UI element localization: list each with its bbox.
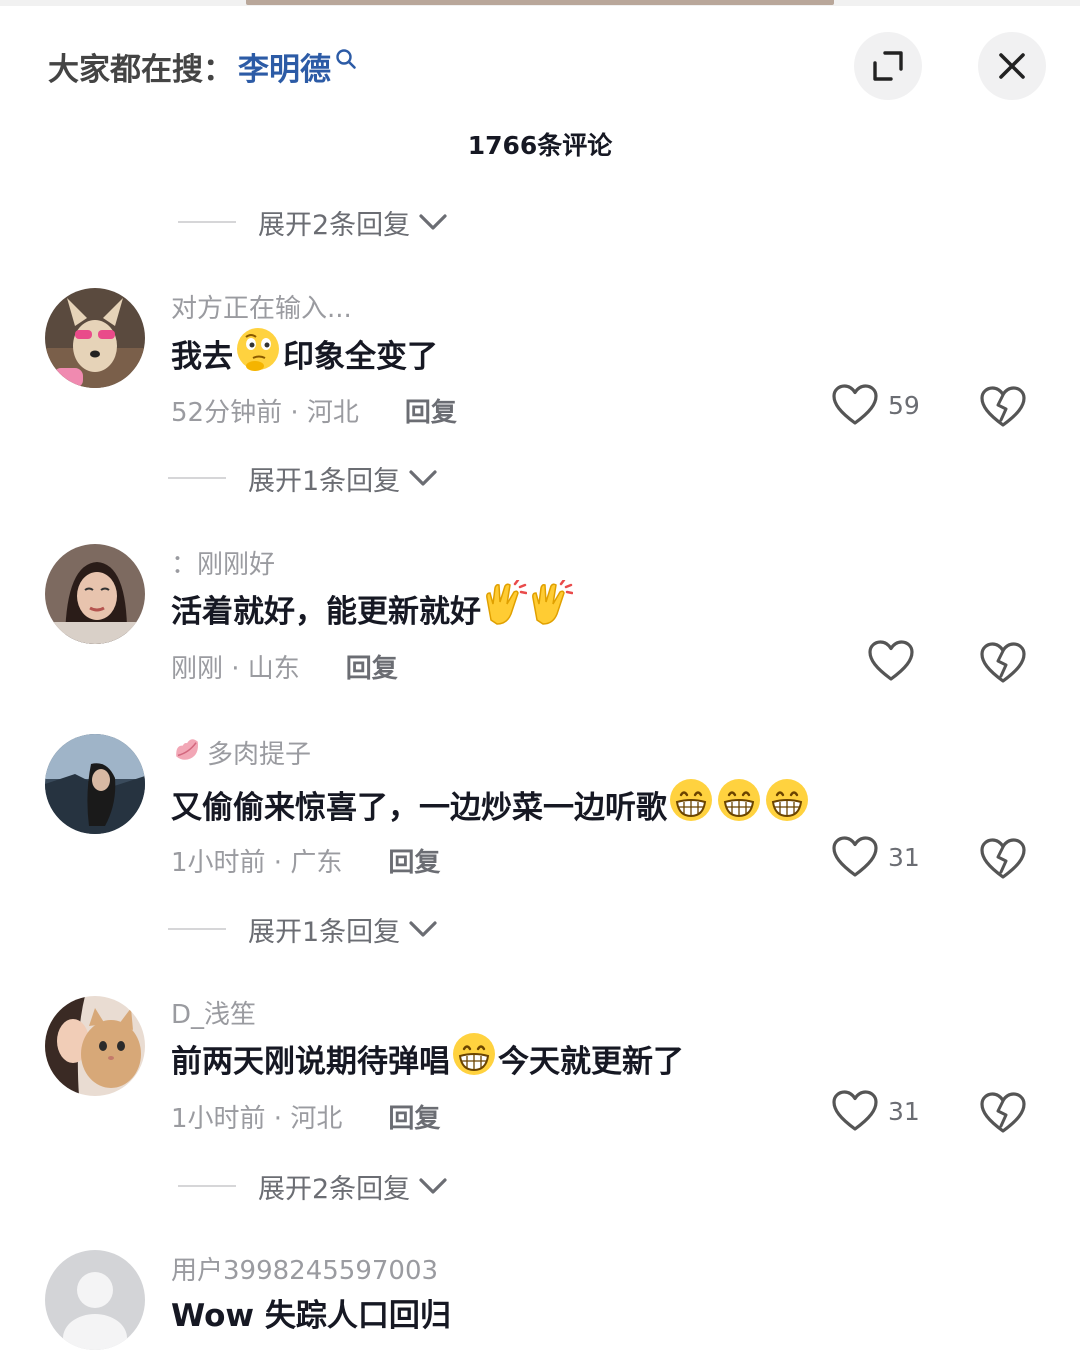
comment-text: Wow 失踪人口回归	[171, 1290, 451, 1335]
grinning-face-emoji	[667, 776, 715, 832]
reply-button[interactable]: 回复	[346, 648, 398, 685]
video-thumbnail-edge	[246, 0, 834, 5]
expand-replies-label: 展开1条回复	[248, 465, 401, 497]
broken-heart-icon	[980, 386, 1026, 427]
divider-line	[168, 477, 226, 479]
heart-icon	[868, 640, 914, 681]
comment-text: 活着就好，能更新就好	[171, 578, 574, 636]
grinning-face-emoji	[715, 776, 763, 832]
chevron-down-icon	[409, 921, 437, 937]
comment-text: 我去 印象全变了	[171, 324, 438, 382]
lips-icon	[171, 734, 203, 771]
comment-text-part: 今天就更新了	[498, 1043, 684, 1080]
heart-icon	[832, 384, 878, 425]
clapping-hands-emoji	[527, 578, 574, 636]
broken-heart-icon	[980, 642, 1026, 683]
divider-line	[178, 1185, 236, 1187]
time-location: 刚刚 · 山东	[171, 654, 300, 684]
avatar[interactable]	[45, 734, 145, 834]
expand-replies-label: 展开2条回复	[258, 1173, 411, 1205]
grinning-face-emoji	[450, 1030, 498, 1086]
avatar[interactable]	[45, 288, 145, 388]
expand-icon	[873, 51, 903, 81]
comment-text-part: 前两天刚说期待弹唱	[171, 1043, 450, 1080]
comment-text: 又偷偷来惊喜了，一边炒菜一边听歌	[171, 776, 811, 832]
clapping-hands-emoji	[481, 578, 528, 636]
trending-search[interactable]: 大家都在搜： 李明德	[48, 44, 357, 89]
like-button[interactable]: 31	[832, 836, 920, 878]
thinking-emoji	[233, 324, 283, 382]
trending-search-prefix: 大家都在搜：	[48, 52, 234, 88]
like-count: 31	[888, 1096, 920, 1126]
heart-icon	[832, 1090, 878, 1131]
avatar[interactable]	[45, 544, 145, 644]
like-button[interactable]	[868, 640, 914, 682]
expand-replies[interactable]: 展开2条回复	[178, 1166, 448, 1206]
expand-replies-label: 展开1条回复	[248, 916, 401, 948]
comment-text-part: Wow 失踪人口回归	[171, 1298, 451, 1334]
grinning-face-emoji	[763, 776, 811, 832]
comment-count: 1766条评论	[467, 131, 613, 160]
chevron-down-icon	[409, 470, 437, 486]
chevron-down-icon	[419, 214, 447, 230]
time-location: 1小时前 · 广东	[171, 848, 343, 878]
dislike-button[interactable]	[980, 642, 1026, 688]
comment-text: 前两天刚说期待弹唱 今天就更新了	[171, 1030, 684, 1086]
username-text: 多肉提子	[207, 740, 312, 770]
avatar[interactable]	[45, 996, 145, 1096]
comment-meta: 刚刚 · 山东 回复	[171, 648, 398, 685]
broken-heart-icon	[980, 1092, 1026, 1133]
reply-button[interactable]: 回复	[388, 842, 440, 879]
comment-text-part: 印象全变了	[283, 338, 438, 375]
avatar[interactable]	[45, 1250, 145, 1350]
expand-replies[interactable]: 展开2条回复	[178, 202, 448, 242]
trending-search-keyword[interactable]: 李明德	[238, 44, 331, 89]
comment-username[interactable]: 用户3998245597003	[171, 1250, 438, 1287]
dislike-button[interactable]	[980, 838, 1026, 884]
comment-username[interactable]: ：刚刚好	[171, 544, 275, 581]
comment-meta: 52分钟前 · 河北 回复	[171, 392, 457, 429]
time-location: 52分钟前 · 河北	[171, 398, 359, 428]
comment-text-part: 我去	[171, 338, 233, 375]
comment-text-part: 又偷偷来惊喜了，一边炒菜一边听歌	[171, 789, 667, 826]
comment-username[interactable]: 对方正在输入...	[171, 288, 352, 325]
dislike-button[interactable]	[980, 386, 1026, 432]
expand-replies[interactable]: 展开1条回复	[168, 458, 438, 498]
divider-line	[168, 928, 226, 930]
expand-replies[interactable]: 展开1条回复	[168, 909, 438, 949]
close-icon	[999, 53, 1025, 79]
comment-meta: 1小时前 · 河北 回复	[171, 1098, 440, 1135]
like-count: 59	[888, 390, 920, 420]
heart-icon	[832, 836, 878, 877]
divider-line	[178, 221, 236, 223]
reply-button[interactable]: 回复	[405, 392, 457, 429]
dislike-button[interactable]	[980, 1092, 1026, 1138]
time-location: 1小时前 · 河北	[171, 1104, 343, 1134]
comment-panel-header: 大家都在搜： 李明德	[0, 6, 1080, 116]
search-icon	[335, 42, 357, 78]
expand-replies-label: 展开2条回复	[258, 209, 411, 241]
comment-text-part: 活着就好，能更新就好	[171, 593, 481, 630]
close-button[interactable]	[978, 32, 1046, 100]
chevron-down-icon	[419, 1178, 447, 1194]
like-button[interactable]: 59	[832, 384, 920, 426]
like-button[interactable]: 31	[832, 1090, 920, 1132]
like-count: 31	[888, 842, 920, 872]
comment-meta: 1小时前 · 广东 回复	[171, 842, 440, 879]
broken-heart-icon	[980, 838, 1026, 879]
comment-username[interactable]: 多肉提子	[171, 734, 311, 771]
comment-username[interactable]: D_浅笙	[171, 994, 256, 1031]
reply-button[interactable]: 回复	[388, 1098, 440, 1135]
fullscreen-button[interactable]	[854, 32, 922, 100]
